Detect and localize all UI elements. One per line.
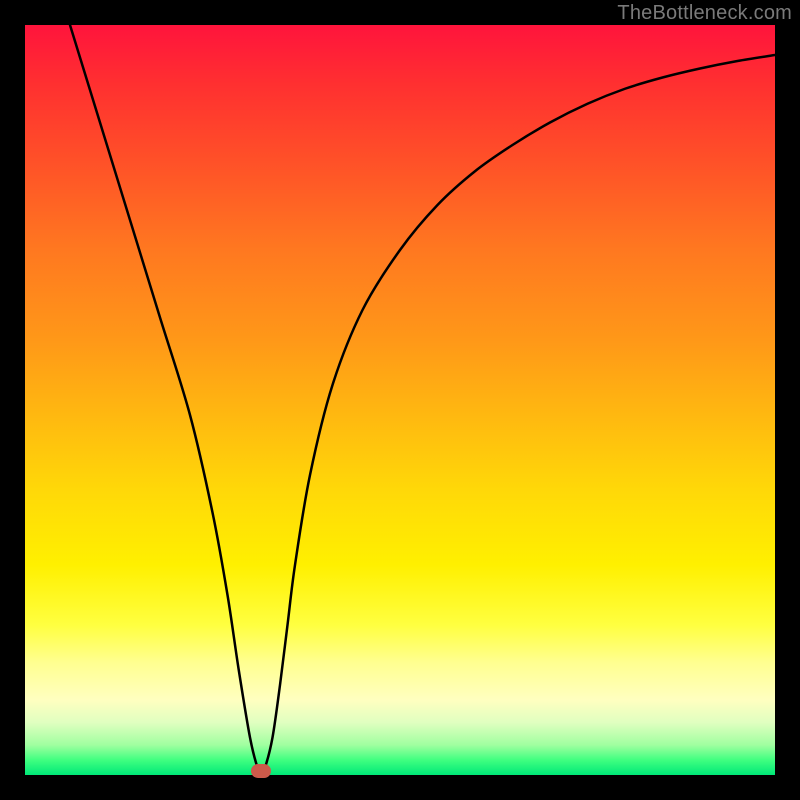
optimal-point-marker: [251, 764, 271, 778]
watermark-text: TheBottleneck.com: [617, 2, 792, 25]
chart-frame: TheBottleneck.com: [0, 0, 800, 800]
bottleneck-curve-path: [70, 25, 775, 772]
curve-svg: [25, 25, 775, 775]
